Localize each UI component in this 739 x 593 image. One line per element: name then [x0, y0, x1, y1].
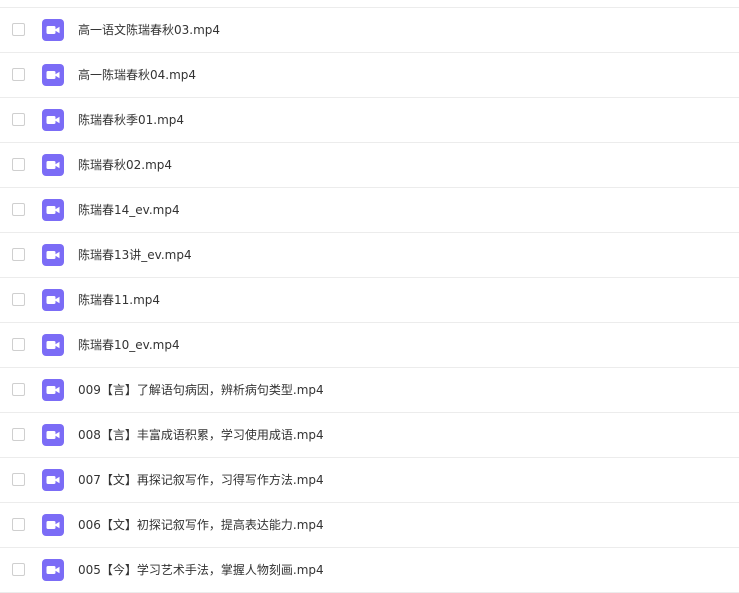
- file-row[interactable]: 006【文】初探记叙写作，提高表达能力.mp4: [0, 503, 739, 548]
- file-name[interactable]: 008【言】丰富成语积累，学习使用成语.mp4: [78, 427, 324, 443]
- file-row[interactable]: 007【文】再探记叙写作，习得写作方法.mp4: [0, 458, 739, 503]
- file-row[interactable]: 008【言】丰富成语积累，学习使用成语.mp4: [0, 413, 739, 458]
- file-row[interactable]: 009【言】了解语句病因，辨析病句类型.mp4: [0, 368, 739, 413]
- row-checkbox[interactable]: [12, 518, 25, 531]
- file-row[interactable]: 005【今】学习艺术手法，掌握人物刻画.mp4: [0, 548, 739, 593]
- row-checkbox[interactable]: [12, 338, 25, 351]
- row-checkbox[interactable]: [12, 293, 25, 306]
- row-checkbox[interactable]: [12, 248, 25, 261]
- file-name[interactable]: 陈瑞春秋季01.mp4: [78, 112, 184, 128]
- file-name[interactable]: 009【言】了解语句病因，辨析病句类型.mp4: [78, 382, 324, 398]
- video-file-icon: [42, 109, 64, 131]
- file-name[interactable]: 005【今】学习艺术手法，掌握人物刻画.mp4: [78, 562, 324, 578]
- file-row[interactable]: 陈瑞春11.mp4: [0, 278, 739, 323]
- video-file-icon: [42, 334, 64, 356]
- video-file-icon: [42, 559, 64, 581]
- video-file-icon: [42, 19, 64, 41]
- row-checkbox[interactable]: [12, 563, 25, 576]
- row-checkbox[interactable]: [12, 473, 25, 486]
- file-list: 高一语文陈瑞春秋03.mp4 高一陈瑞春秋04.mp4 陈瑞春秋季01.mp4: [0, 0, 739, 593]
- file-name[interactable]: 陈瑞春10_ev.mp4: [78, 337, 180, 353]
- row-checkbox[interactable]: [12, 113, 25, 126]
- row-checkbox[interactable]: [12, 68, 25, 81]
- file-name[interactable]: 007【文】再探记叙写作，习得写作方法.mp4: [78, 472, 324, 488]
- file-row[interactable]: 陈瑞春秋02.mp4: [0, 143, 739, 188]
- video-file-icon: [42, 514, 64, 536]
- row-checkbox[interactable]: [12, 428, 25, 441]
- file-name[interactable]: 陈瑞春14_ev.mp4: [78, 202, 180, 218]
- file-name[interactable]: 006【文】初探记叙写作，提高表达能力.mp4: [78, 517, 324, 533]
- video-file-icon: [42, 244, 64, 266]
- video-file-icon: [42, 424, 64, 446]
- file-row[interactable]: 高一陈瑞春秋04.mp4: [0, 53, 739, 98]
- file-row[interactable]: 高一语文陈瑞春秋03.mp4: [0, 8, 739, 53]
- file-row[interactable]: 陈瑞春10_ev.mp4: [0, 323, 739, 368]
- list-top-divider: [0, 0, 739, 8]
- file-rows: 高一语文陈瑞春秋03.mp4 高一陈瑞春秋04.mp4 陈瑞春秋季01.mp4: [0, 8, 739, 593]
- file-row[interactable]: 陈瑞春13讲_ev.mp4: [0, 233, 739, 278]
- video-file-icon: [42, 154, 64, 176]
- file-name[interactable]: 陈瑞春秋02.mp4: [78, 157, 172, 173]
- row-checkbox[interactable]: [12, 23, 25, 36]
- video-file-icon: [42, 379, 64, 401]
- video-file-icon: [42, 289, 64, 311]
- file-row[interactable]: 陈瑞春14_ev.mp4: [0, 188, 739, 233]
- file-name[interactable]: 陈瑞春11.mp4: [78, 292, 160, 308]
- file-name[interactable]: 高一语文陈瑞春秋03.mp4: [78, 22, 220, 38]
- video-file-icon: [42, 199, 64, 221]
- row-checkbox[interactable]: [12, 203, 25, 216]
- video-file-icon: [42, 469, 64, 491]
- row-checkbox[interactable]: [12, 158, 25, 171]
- row-checkbox[interactable]: [12, 383, 25, 396]
- file-name[interactable]: 陈瑞春13讲_ev.mp4: [78, 247, 192, 263]
- file-row[interactable]: 陈瑞春秋季01.mp4: [0, 98, 739, 143]
- file-name[interactable]: 高一陈瑞春秋04.mp4: [78, 67, 196, 83]
- video-file-icon: [42, 64, 64, 86]
